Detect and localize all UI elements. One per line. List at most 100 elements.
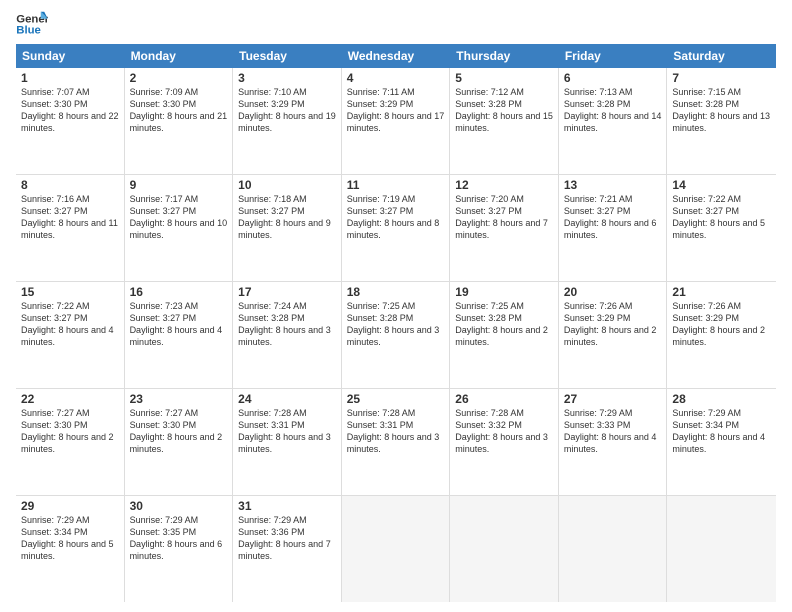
day-number: 3	[238, 71, 336, 85]
calendar-cell-day-5: 5Sunrise: 7:12 AMSunset: 3:28 PMDaylight…	[450, 68, 559, 174]
header-day-sunday: Sunday	[16, 44, 125, 68]
cell-info: Sunrise: 7:11 AMSunset: 3:29 PMDaylight:…	[347, 86, 445, 135]
calendar-cell-day-8: 8Sunrise: 7:16 AMSunset: 3:27 PMDaylight…	[16, 175, 125, 281]
day-number: 5	[455, 71, 553, 85]
day-number: 29	[21, 499, 119, 513]
cell-info: Sunrise: 7:19 AMSunset: 3:27 PMDaylight:…	[347, 193, 445, 242]
calendar-cell-day-4: 4Sunrise: 7:11 AMSunset: 3:29 PMDaylight…	[342, 68, 451, 174]
day-number: 1	[21, 71, 119, 85]
day-number: 22	[21, 392, 119, 406]
cell-info: Sunrise: 7:29 AMSunset: 3:34 PMDaylight:…	[672, 407, 771, 456]
cell-info: Sunrise: 7:21 AMSunset: 3:27 PMDaylight:…	[564, 193, 662, 242]
cell-info: Sunrise: 7:09 AMSunset: 3:30 PMDaylight:…	[130, 86, 228, 135]
calendar-cell-day-6: 6Sunrise: 7:13 AMSunset: 3:28 PMDaylight…	[559, 68, 668, 174]
logo: General Blue	[16, 10, 48, 38]
day-number: 10	[238, 178, 336, 192]
calendar-cell-day-30: 30Sunrise: 7:29 AMSunset: 3:35 PMDayligh…	[125, 496, 234, 602]
calendar-cell-day-28: 28Sunrise: 7:29 AMSunset: 3:34 PMDayligh…	[667, 389, 776, 495]
day-number: 11	[347, 178, 445, 192]
calendar-cell-day-7: 7Sunrise: 7:15 AMSunset: 3:28 PMDaylight…	[667, 68, 776, 174]
calendar-cell-day-24: 24Sunrise: 7:28 AMSunset: 3:31 PMDayligh…	[233, 389, 342, 495]
cell-info: Sunrise: 7:13 AMSunset: 3:28 PMDaylight:…	[564, 86, 662, 135]
calendar-cell-day-25: 25Sunrise: 7:28 AMSunset: 3:31 PMDayligh…	[342, 389, 451, 495]
day-number: 30	[130, 499, 228, 513]
calendar-cell-empty	[450, 496, 559, 602]
cell-info: Sunrise: 7:12 AMSunset: 3:28 PMDaylight:…	[455, 86, 553, 135]
day-number: 9	[130, 178, 228, 192]
cell-info: Sunrise: 7:29 AMSunset: 3:34 PMDaylight:…	[21, 514, 119, 563]
calendar-week-1: 1Sunrise: 7:07 AMSunset: 3:30 PMDaylight…	[16, 68, 776, 175]
cell-info: Sunrise: 7:16 AMSunset: 3:27 PMDaylight:…	[21, 193, 119, 242]
day-number: 6	[564, 71, 662, 85]
day-number: 24	[238, 392, 336, 406]
header: General Blue	[16, 10, 776, 38]
cell-info: Sunrise: 7:25 AMSunset: 3:28 PMDaylight:…	[347, 300, 445, 349]
cell-info: Sunrise: 7:26 AMSunset: 3:29 PMDaylight:…	[564, 300, 662, 349]
logo-icon: General Blue	[16, 10, 48, 38]
calendar-cell-empty	[667, 496, 776, 602]
calendar-cell-day-16: 16Sunrise: 7:23 AMSunset: 3:27 PMDayligh…	[125, 282, 234, 388]
calendar-cell-day-9: 9Sunrise: 7:17 AMSunset: 3:27 PMDaylight…	[125, 175, 234, 281]
header-day-wednesday: Wednesday	[342, 44, 451, 68]
day-number: 2	[130, 71, 228, 85]
header-day-friday: Friday	[559, 44, 668, 68]
calendar-cell-day-18: 18Sunrise: 7:25 AMSunset: 3:28 PMDayligh…	[342, 282, 451, 388]
calendar-cell-day-10: 10Sunrise: 7:18 AMSunset: 3:27 PMDayligh…	[233, 175, 342, 281]
calendar-cell-day-3: 3Sunrise: 7:10 AMSunset: 3:29 PMDaylight…	[233, 68, 342, 174]
calendar-body: 1Sunrise: 7:07 AMSunset: 3:30 PMDaylight…	[16, 68, 776, 602]
day-number: 25	[347, 392, 445, 406]
calendar-cell-day-27: 27Sunrise: 7:29 AMSunset: 3:33 PMDayligh…	[559, 389, 668, 495]
calendar-cell-day-31: 31Sunrise: 7:29 AMSunset: 3:36 PMDayligh…	[233, 496, 342, 602]
calendar-cell-day-21: 21Sunrise: 7:26 AMSunset: 3:29 PMDayligh…	[667, 282, 776, 388]
day-number: 20	[564, 285, 662, 299]
cell-info: Sunrise: 7:24 AMSunset: 3:28 PMDaylight:…	[238, 300, 336, 349]
day-number: 21	[672, 285, 771, 299]
cell-info: Sunrise: 7:10 AMSunset: 3:29 PMDaylight:…	[238, 86, 336, 135]
cell-info: Sunrise: 7:29 AMSunset: 3:36 PMDaylight:…	[238, 514, 336, 563]
calendar-cell-empty	[559, 496, 668, 602]
day-number: 8	[21, 178, 119, 192]
header-day-thursday: Thursday	[450, 44, 559, 68]
day-number: 26	[455, 392, 553, 406]
calendar-header: SundayMondayTuesdayWednesdayThursdayFrid…	[16, 44, 776, 68]
cell-info: Sunrise: 7:28 AMSunset: 3:32 PMDaylight:…	[455, 407, 553, 456]
calendar-cell-day-20: 20Sunrise: 7:26 AMSunset: 3:29 PMDayligh…	[559, 282, 668, 388]
calendar-cell-day-22: 22Sunrise: 7:27 AMSunset: 3:30 PMDayligh…	[16, 389, 125, 495]
cell-info: Sunrise: 7:29 AMSunset: 3:33 PMDaylight:…	[564, 407, 662, 456]
cell-info: Sunrise: 7:26 AMSunset: 3:29 PMDaylight:…	[672, 300, 771, 349]
day-number: 14	[672, 178, 771, 192]
cell-info: Sunrise: 7:27 AMSunset: 3:30 PMDaylight:…	[130, 407, 228, 456]
calendar-week-5: 29Sunrise: 7:29 AMSunset: 3:34 PMDayligh…	[16, 496, 776, 602]
calendar-cell-empty	[342, 496, 451, 602]
day-number: 4	[347, 71, 445, 85]
day-number: 17	[238, 285, 336, 299]
calendar-cell-day-15: 15Sunrise: 7:22 AMSunset: 3:27 PMDayligh…	[16, 282, 125, 388]
day-number: 16	[130, 285, 228, 299]
calendar: SundayMondayTuesdayWednesdayThursdayFrid…	[16, 44, 776, 602]
day-number: 19	[455, 285, 553, 299]
day-number: 28	[672, 392, 771, 406]
calendar-cell-day-29: 29Sunrise: 7:29 AMSunset: 3:34 PMDayligh…	[16, 496, 125, 602]
cell-info: Sunrise: 7:28 AMSunset: 3:31 PMDaylight:…	[347, 407, 445, 456]
calendar-cell-day-11: 11Sunrise: 7:19 AMSunset: 3:27 PMDayligh…	[342, 175, 451, 281]
cell-info: Sunrise: 7:17 AMSunset: 3:27 PMDaylight:…	[130, 193, 228, 242]
cell-info: Sunrise: 7:22 AMSunset: 3:27 PMDaylight:…	[21, 300, 119, 349]
day-number: 31	[238, 499, 336, 513]
calendar-week-3: 15Sunrise: 7:22 AMSunset: 3:27 PMDayligh…	[16, 282, 776, 389]
day-number: 13	[564, 178, 662, 192]
cell-info: Sunrise: 7:22 AMSunset: 3:27 PMDaylight:…	[672, 193, 771, 242]
header-day-saturday: Saturday	[667, 44, 776, 68]
calendar-cell-day-12: 12Sunrise: 7:20 AMSunset: 3:27 PMDayligh…	[450, 175, 559, 281]
cell-info: Sunrise: 7:15 AMSunset: 3:28 PMDaylight:…	[672, 86, 771, 135]
calendar-cell-day-26: 26Sunrise: 7:28 AMSunset: 3:32 PMDayligh…	[450, 389, 559, 495]
calendar-cell-day-2: 2Sunrise: 7:09 AMSunset: 3:30 PMDaylight…	[125, 68, 234, 174]
day-number: 27	[564, 392, 662, 406]
page: General Blue SundayMondayTuesdayWednesda…	[0, 0, 792, 612]
cell-info: Sunrise: 7:29 AMSunset: 3:35 PMDaylight:…	[130, 514, 228, 563]
cell-info: Sunrise: 7:27 AMSunset: 3:30 PMDaylight:…	[21, 407, 119, 456]
calendar-cell-day-19: 19Sunrise: 7:25 AMSunset: 3:28 PMDayligh…	[450, 282, 559, 388]
cell-info: Sunrise: 7:20 AMSunset: 3:27 PMDaylight:…	[455, 193, 553, 242]
day-number: 15	[21, 285, 119, 299]
cell-info: Sunrise: 7:28 AMSunset: 3:31 PMDaylight:…	[238, 407, 336, 456]
day-number: 12	[455, 178, 553, 192]
